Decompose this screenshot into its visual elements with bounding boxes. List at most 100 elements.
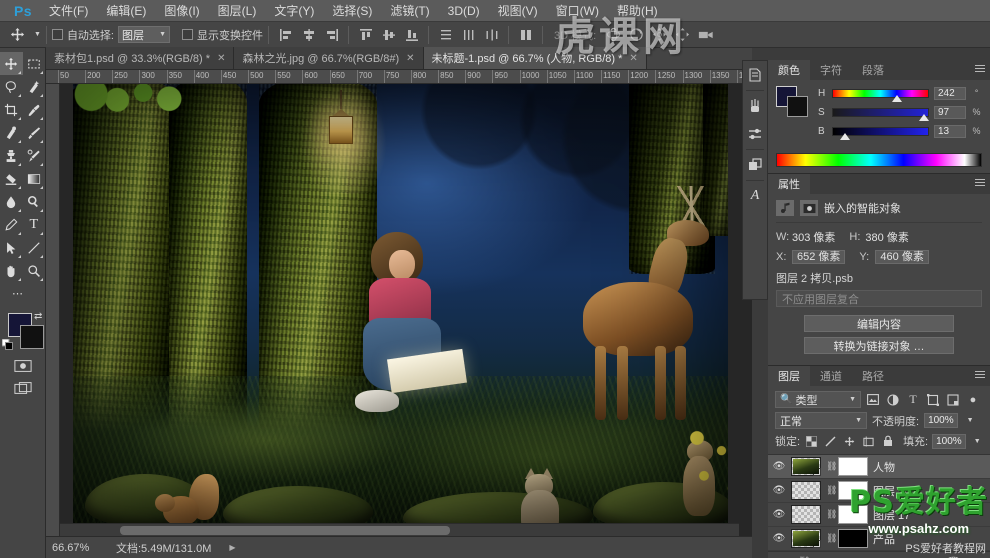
lock-artboard-icon[interactable]: [861, 434, 876, 449]
vertical-ruler[interactable]: [46, 84, 60, 536]
align-left-edges-icon[interactable]: [274, 25, 297, 45]
menu-3d[interactable]: 3D(D): [439, 0, 489, 22]
layer-visibility-eye-icon[interactable]: 👁: [772, 533, 786, 544]
lock-position-icon[interactable]: [842, 434, 857, 449]
filter-pixel-icon[interactable]: [865, 392, 881, 408]
close-icon[interactable]: ✕: [629, 53, 637, 64]
menu-help[interactable]: 帮助(H): [608, 0, 667, 22]
layer-mask-link-icon[interactable]: ⛓: [826, 533, 837, 544]
close-icon[interactable]: ✕: [406, 53, 414, 64]
layer-mask-thumbnail[interactable]: [838, 529, 868, 548]
layer-mask-link-icon[interactable]: ⛓: [826, 461, 837, 472]
layer-thumbnail[interactable]: [791, 457, 821, 476]
auto-select-target-dropdown[interactable]: 图层 ▼: [118, 26, 170, 43]
lock-transparent-pixels-icon[interactable]: [804, 434, 819, 449]
layer-mask-thumbnail[interactable]: [838, 457, 868, 476]
chevron-right-icon[interactable]: ▶: [229, 543, 235, 552]
pen-tool[interactable]: [0, 213, 23, 236]
selected-object-bounds[interactable]: [553, 202, 685, 434]
menu-layer[interactable]: 图层(L): [209, 0, 266, 22]
brightness-slider-track[interactable]: [832, 126, 929, 140]
lock-image-pixels-icon[interactable]: [823, 434, 838, 449]
eyedropper-tool[interactable]: [23, 98, 46, 121]
path-selection-tool[interactable]: [0, 236, 23, 259]
document-tab-1[interactable]: 素材包1.psd @ 33.3%(RGB/8) * ✕: [46, 47, 235, 69]
align-horizontal-centers-icon[interactable]: [297, 25, 320, 45]
hue-value[interactable]: 242: [934, 86, 966, 100]
menu-file[interactable]: 文件(F): [40, 0, 97, 22]
layer-visibility-eye-icon[interactable]: 👁: [772, 509, 786, 520]
align-top-edges-icon[interactable]: [354, 25, 377, 45]
distribute-center-icon[interactable]: [457, 25, 480, 45]
move-tool-icon[interactable]: [4, 24, 30, 46]
move-tool[interactable]: [0, 52, 23, 75]
adjustments-panel-icon[interactable]: [743, 120, 767, 148]
dodge-tool[interactable]: [23, 190, 46, 213]
layer-comps-panel-icon[interactable]: [743, 151, 767, 179]
layer-row-1[interactable]: 👁 ⛓ 图层 18: [768, 479, 990, 503]
blend-mode-dropdown[interactable]: 正常 ▼: [775, 412, 867, 429]
pan-3d-icon[interactable]: [648, 25, 671, 45]
crop-tool[interactable]: [0, 98, 23, 121]
camera-3d-icon[interactable]: [694, 25, 717, 45]
screen-mode-button[interactable]: [0, 377, 46, 399]
layer-name[interactable]: 图层 18: [873, 483, 910, 499]
layer-thumbnail[interactable]: [791, 505, 821, 524]
opacity-chevron-down-icon[interactable]: ▼: [967, 417, 974, 424]
fill-value[interactable]: 100%: [932, 433, 966, 449]
filter-type-icon[interactable]: T: [905, 392, 921, 408]
brightness-value[interactable]: 13: [934, 124, 966, 138]
document-tab-3[interactable]: 未标题-1.psd @ 66.7% (人物, RGB/8) * ✕: [423, 47, 647, 69]
canvas-area[interactable]: [60, 84, 752, 536]
width-value[interactable]: 303 像素: [792, 229, 835, 245]
edit-contents-button[interactable]: 编辑内容: [804, 315, 954, 332]
brightness-slider-thumb[interactable]: [840, 132, 851, 140]
lasso-tool[interactable]: [0, 75, 23, 98]
brushes-panel-icon[interactable]: [743, 92, 767, 120]
layer-visibility-eye-icon[interactable]: 👁: [772, 461, 786, 472]
document-canvas[interactable]: [73, 84, 728, 536]
rotate-3d-icon[interactable]: [602, 25, 625, 45]
menu-select[interactable]: 选择(S): [323, 0, 381, 22]
eraser-tool[interactable]: [0, 167, 23, 190]
background-color-swatch[interactable]: [20, 325, 44, 349]
hue-slider-thumb[interactable]: [891, 94, 902, 102]
align-bottom-edges-icon[interactable]: [400, 25, 423, 45]
blur-tool[interactable]: [0, 190, 23, 213]
menu-filter[interactable]: 滤镜(T): [381, 0, 438, 22]
show-transform-controls-checkbox[interactable]: [182, 29, 193, 40]
panel-menu-icon[interactable]: [975, 371, 985, 379]
layer-row-0[interactable]: 👁 ⛓ 人物: [768, 455, 990, 479]
convert-to-linked-button[interactable]: 转换为链接对象 …: [804, 337, 954, 354]
brush-tool[interactable]: [23, 121, 46, 144]
rectangular-marquee-tool[interactable]: [23, 52, 46, 75]
auto-select-checkbox[interactable]: [51, 29, 63, 40]
distribute-top-icon[interactable]: [434, 25, 457, 45]
type-tool[interactable]: T: [23, 213, 46, 236]
fill-chevron-down-icon[interactable]: ▼: [974, 438, 981, 445]
filter-smart-object-icon[interactable]: [945, 392, 961, 408]
align-right-edges-icon[interactable]: [320, 25, 343, 45]
default-colors-icon[interactable]: [1, 338, 13, 350]
zoom-level-field[interactable]: 66.67%: [52, 542, 98, 554]
swap-colors-icon[interactable]: ⇄: [34, 311, 42, 322]
layer-comp-dropdown[interactable]: 不应用图层复合: [776, 290, 982, 307]
tab-color[interactable]: 颜色: [768, 60, 810, 80]
menu-image[interactable]: 图像(I): [155, 0, 208, 22]
height-value[interactable]: 380 像素: [865, 229, 908, 245]
menu-edit[interactable]: 编辑(E): [97, 0, 155, 22]
document-tab-2[interactable]: 森林之光.jpg @ 66.7%(RGB/8#) ✕: [234, 47, 424, 69]
align-distribute-menu-icon[interactable]: [514, 25, 537, 45]
character-panel-icon[interactable]: A: [743, 182, 767, 210]
filter-adjustment-icon[interactable]: [885, 392, 901, 408]
menu-type[interactable]: 文字(Y): [265, 0, 323, 22]
tab-paths[interactable]: 路径: [852, 366, 894, 386]
tab-channels[interactable]: 通道: [810, 366, 852, 386]
layer-mask-thumbnail[interactable]: [838, 505, 868, 524]
layer-thumbnail[interactable]: [791, 529, 821, 548]
layer-visibility-eye-icon[interactable]: 👁: [772, 485, 786, 496]
history-brush-tool[interactable]: [23, 144, 46, 167]
saturation-slider-track[interactable]: [832, 107, 930, 121]
line-tool[interactable]: [23, 236, 46, 259]
tab-character[interactable]: 字符: [810, 60, 852, 80]
